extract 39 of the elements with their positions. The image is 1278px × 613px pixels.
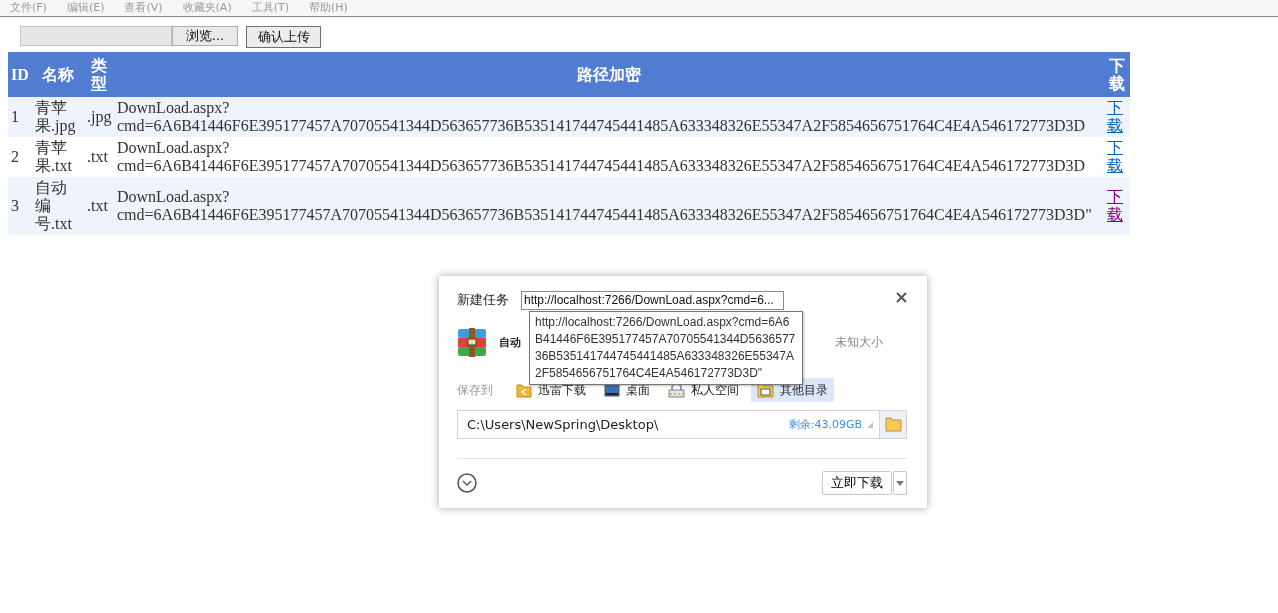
expand-icon[interactable] (457, 473, 477, 493)
file-type-cell: .jpg (87, 108, 112, 125)
archive-icon (457, 327, 487, 357)
download-link[interactable]: 下载 (1107, 139, 1127, 175)
save-to-label: 保存到 (457, 381, 493, 399)
file-name: 自动 (499, 334, 521, 350)
encrypted-path-cell: DownLoad.aspx?cmd=6A6B41446F6E395177457A70705541344D563657736B535141744745441485A633348326E55347A2F5854656751764C4E4A546172773D3D (117, 139, 1086, 174)
file-name-cell: 青苹果.jpg (35, 99, 76, 134)
column-header: 名称 (42, 65, 74, 83)
column-header: 下载 (1109, 56, 1125, 92)
dropdown-button[interactable] (893, 471, 907, 495)
browse-button[interactable]: 浏览... (172, 26, 238, 46)
dialog-title: 新建任务 (457, 291, 509, 309)
save-path-field[interactable]: C:\Users\NewSpring\Desktop\ (458, 417, 659, 432)
url-tooltip: http://localhost:7266/DownLoad.aspx?cmd=6A6B41446F6E395177457A70705541344D563657736B535141744745441485A633348326E55347A2F5854656751764C4E4A546172773D3D" (529, 311, 803, 385)
column-header: 类型 (91, 56, 107, 92)
id-cell: 3 (11, 197, 19, 214)
id-cell: 2 (11, 148, 19, 165)
upload-button[interactable]: 确认上传 (246, 26, 321, 48)
folder-icon (884, 417, 902, 432)
encrypted-path-cell: DownLoad.aspx?cmd=6A6B41446F6E395177457A70705541344D563657736B535141744745441485A633348326E55347A2F5854656751764C4E4A546172773D3D (117, 99, 1086, 134)
folder-icon (516, 382, 532, 398)
id-cell: 1 (11, 108, 19, 125)
download-now-button[interactable]: 立即下载 (822, 471, 892, 495)
file-path-field[interactable] (20, 26, 172, 46)
file-type-cell: .txt (87, 148, 108, 165)
file-name-cell: 自动编号.txt (35, 179, 72, 232)
close-icon[interactable] (896, 291, 907, 303)
file-type-cell: .txt (87, 197, 108, 214)
free-space: 剩余:43.09GB (788, 417, 862, 432)
url-field[interactable]: http://localhost:7266/DownLoad.aspx?cmd=6... (521, 290, 784, 310)
file-size: 未知大小 (835, 333, 883, 351)
encrypted-path-cell: DownLoad.aspx?cmd=6A6B41446F6E395177457A70705541344D563657736B535141744745441485A633348326E55347A2F5854656751764C4E4A546172773D3D" (117, 188, 1092, 223)
lock-icon (668, 382, 685, 398)
column-header: ID (11, 65, 29, 83)
caret-icon (896, 480, 904, 486)
file-name-cell: 青苹果.txt (35, 139, 72, 174)
column-header: 路径加密 (577, 65, 641, 83)
triangle-icon (867, 421, 873, 428)
